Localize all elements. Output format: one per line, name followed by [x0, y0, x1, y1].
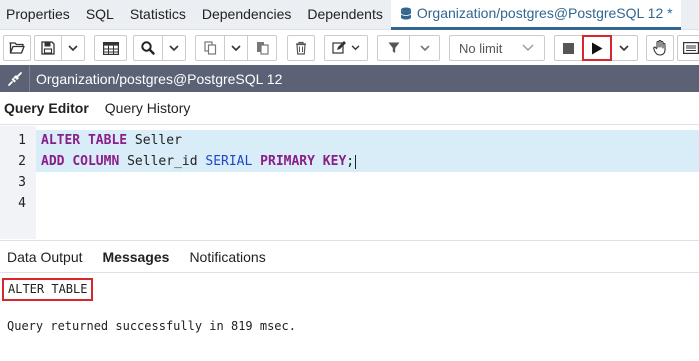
tab-statistics[interactable]: Statistics — [122, 0, 194, 30]
edit-icon — [332, 41, 346, 54]
chevron-down-icon — [231, 44, 241, 51]
code-line[interactable]: 3 — [0, 172, 699, 193]
execute-button[interactable] — [582, 35, 612, 61]
stop-icon — [563, 42, 574, 54]
search-icon — [141, 41, 155, 55]
delete-icon — [296, 41, 306, 55]
object-tab-bar: Properties SQL Statistics Dependencies D… — [0, 0, 699, 30]
find-group — [133, 35, 186, 61]
chevron-down-icon — [419, 44, 430, 51]
table-grid-icon — [102, 41, 119, 55]
save-button[interactable] — [35, 36, 62, 60]
tab-data-output[interactable]: Data Output — [0, 249, 103, 265]
line-number: 4 — [18, 196, 26, 211]
filter-icon — [388, 42, 399, 53]
connection-bar: Organization/postgres@PostgreSQL 12 — [0, 65, 699, 92]
sql-keyword: ADD — [41, 154, 65, 169]
sql-keyword: KEY — [322, 154, 347, 169]
tab-sql[interactable]: SQL — [78, 0, 122, 30]
edit-group — [324, 35, 368, 61]
row-limit-select[interactable]: No limit — [449, 35, 545, 61]
tab-query-editor[interactable]: Query Editor — [0, 100, 99, 116]
save-icon — [41, 41, 55, 55]
chevron-down-icon — [68, 44, 78, 51]
tab-query-tool[interactable]: Organization/postgres@PostgreSQL 12 * — [390, 0, 681, 30]
chevron-down-icon — [522, 44, 534, 51]
message-result: Query returned successfully in 819 msec. — [7, 319, 296, 333]
sql-identifier: Seller — [127, 133, 182, 148]
tab-notifications[interactable]: Notifications — [189, 249, 275, 265]
results-tab-bar: Data Output Messages Notifications — [0, 240, 699, 273]
filter-dropdown-button[interactable] — [410, 36, 439, 60]
tab-query-tool-label: Organization/postgres@PostgreSQL 12 * — [416, 5, 673, 21]
macros-button[interactable] — [646, 35, 674, 61]
sql-type: SERIAL — [205, 154, 253, 169]
row-limit-value: No limit — [459, 40, 503, 56]
chevron-down-icon — [169, 44, 179, 51]
find-dropdown-button[interactable] — [163, 36, 185, 60]
keyboard-button[interactable] — [677, 35, 699, 61]
tab-dependents[interactable]: Dependents — [299, 0, 391, 30]
filter-group — [377, 35, 440, 61]
code-line[interactable]: 2 ADD COLUMN Seller_id SERIAL PRIMARY KE… — [0, 151, 699, 172]
copy-dropdown-button[interactable] — [225, 36, 248, 60]
code-line[interactable]: 1 ALTER TABLE Seller — [0, 130, 699, 151]
stop-button[interactable] — [555, 36, 583, 60]
message-command: ALTER TABLE — [2, 278, 94, 301]
tab-query-history[interactable]: Query History — [99, 100, 197, 116]
sql-keyword: ALTER — [41, 133, 81, 148]
save-group — [34, 35, 85, 61]
sql-keyword: TABLE — [87, 133, 128, 148]
view-data-button[interactable] — [94, 35, 127, 61]
tab-properties[interactable]: Properties — [0, 0, 78, 30]
execute-icon — [591, 42, 602, 54]
open-file-icon — [9, 42, 25, 54]
filter-button[interactable] — [378, 36, 410, 60]
save-dropdown-button[interactable] — [62, 36, 84, 60]
find-button[interactable] — [134, 36, 163, 60]
tab-dependencies[interactable]: Dependencies — [194, 0, 300, 30]
clipboard-group — [195, 35, 277, 61]
sql-identifier: Seller_id — [119, 154, 206, 169]
line-number: 2 — [18, 154, 26, 169]
query-toolbar: No limit — [0, 30, 699, 65]
delete-button[interactable] — [287, 35, 315, 61]
execute-group — [554, 35, 638, 61]
sql-keyword: PRIMARY — [260, 154, 315, 169]
connection-status-button[interactable] — [0, 65, 30, 92]
paste-button[interactable] — [248, 36, 276, 60]
text-cursor — [355, 154, 357, 169]
editor-tab-bar: Query Editor Query History — [0, 92, 699, 125]
connection-icon — [7, 71, 22, 86]
code-line[interactable]: 4 — [0, 193, 699, 214]
sql-keyword: COLUMN — [72, 154, 120, 169]
copy-button[interactable] — [196, 36, 225, 60]
tab-messages[interactable]: Messages — [103, 249, 190, 265]
chevron-down-icon — [619, 44, 629, 51]
connection-label: Organization/postgres@PostgreSQL 12 — [36, 70, 283, 87]
paste-icon — [256, 42, 269, 55]
execute-dropdown-button[interactable] — [611, 36, 637, 60]
sql-punctuation: ; — [346, 154, 355, 169]
keyboard-icon — [683, 42, 699, 54]
line-number: 3 — [18, 175, 26, 190]
messages-panel: ALTER TABLE Query returned successfully … — [0, 274, 699, 361]
hand-icon — [653, 40, 666, 56]
edit-button[interactable] — [325, 36, 367, 60]
line-number: 1 — [18, 133, 26, 148]
database-icon — [400, 7, 412, 20]
open-file-button[interactable] — [3, 35, 31, 61]
sql-editor[interactable]: 1 ALTER TABLE Seller 2 ADD COLUMN Seller… — [0, 126, 699, 239]
copy-icon — [203, 41, 216, 55]
chevron-down-icon — [351, 45, 360, 51]
